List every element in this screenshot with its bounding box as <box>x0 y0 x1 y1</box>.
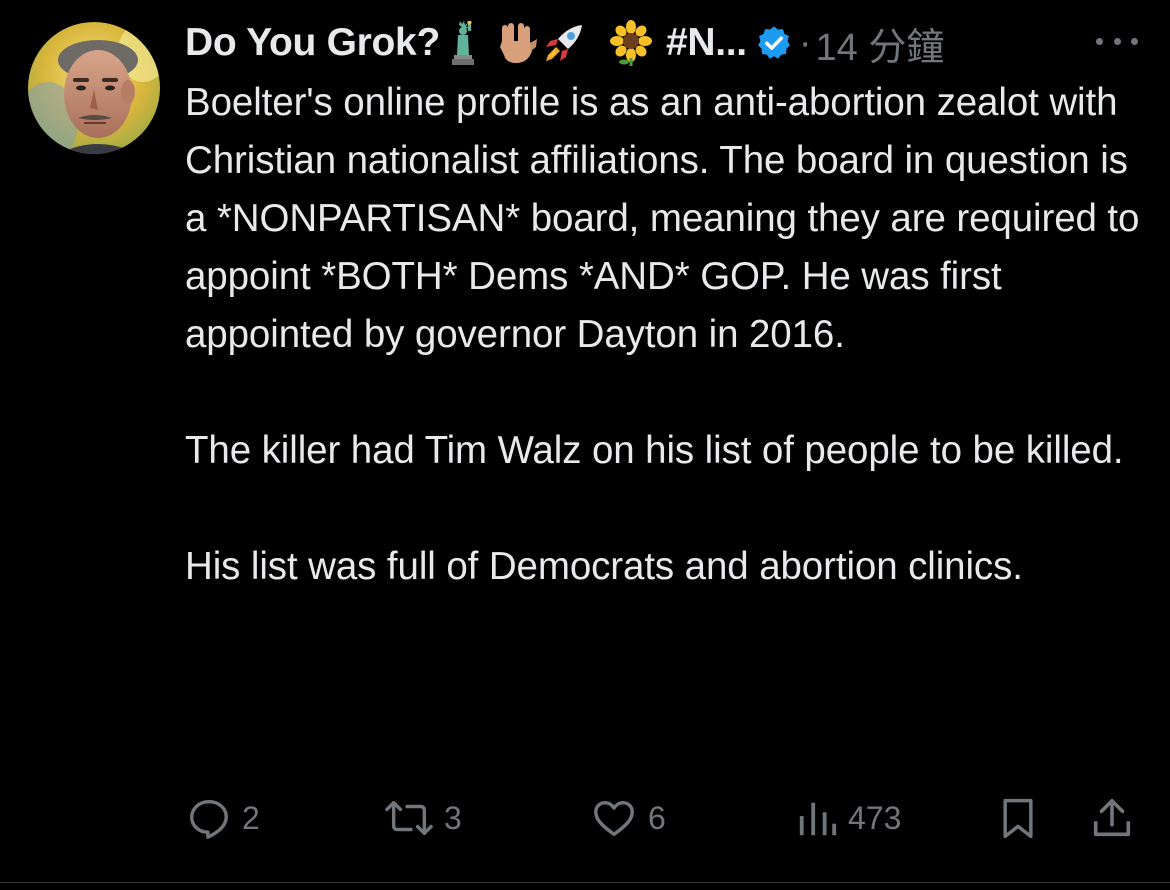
header-separator: · <box>798 21 812 64</box>
tweet-paragraph: His list was full of Democrats and abort… <box>185 545 1023 588</box>
share-icon <box>1093 798 1131 837</box>
like-count: 6 <box>648 799 666 836</box>
statue-of-liberty-icon <box>450 21 476 65</box>
tweet-divider <box>0 882 1170 883</box>
verified-badge-icon[interactable] <box>755 24 793 62</box>
repost-count: 3 <box>444 799 462 836</box>
avatar[interactable] <box>28 22 160 154</box>
vulcan-salute-icon <box>498 21 538 65</box>
tweet-header: Do You Grok? #N... · 14 分鐘 <box>185 14 944 72</box>
display-name-suffix: #N... <box>665 21 747 64</box>
action-bar: 2 3 6 473 <box>0 790 1170 846</box>
heart-icon <box>594 800 634 837</box>
avatar-image <box>28 22 160 154</box>
rocket-icon <box>542 21 586 65</box>
display-name[interactable]: Do You Grok? <box>185 21 440 65</box>
tweet-paragraph: The killer had Tim Walz on his list of p… <box>185 429 1124 472</box>
bookmark-button[interactable] <box>996 790 1040 846</box>
tweet-paragraph: Boelter's online profile is as an anti-a… <box>185 81 1140 356</box>
more-options-icon[interactable] <box>1096 26 1138 56</box>
views-icon <box>799 802 837 836</box>
views-button[interactable]: 473 <box>796 790 901 846</box>
reply-count: 2 <box>242 799 260 836</box>
like-button[interactable]: 6 <box>590 790 666 846</box>
reply-icon <box>190 799 228 839</box>
timestamp[interactable]: 14 分鐘 <box>816 16 945 71</box>
bookmark-icon <box>1003 798 1033 839</box>
share-button[interactable] <box>1088 790 1136 846</box>
reply-button[interactable]: 2 <box>186 790 260 846</box>
repost-button[interactable]: 3 <box>384 790 462 846</box>
tweet-text: Boelter's online profile is as an anti-a… <box>185 74 1155 596</box>
repost-icon <box>385 800 433 836</box>
sunflower-icon <box>608 20 654 66</box>
views-count: 473 <box>848 799 902 836</box>
tweet[interactable]: Do You Grok? #N... · 14 分鐘 Boelter's onl… <box>0 0 1170 890</box>
